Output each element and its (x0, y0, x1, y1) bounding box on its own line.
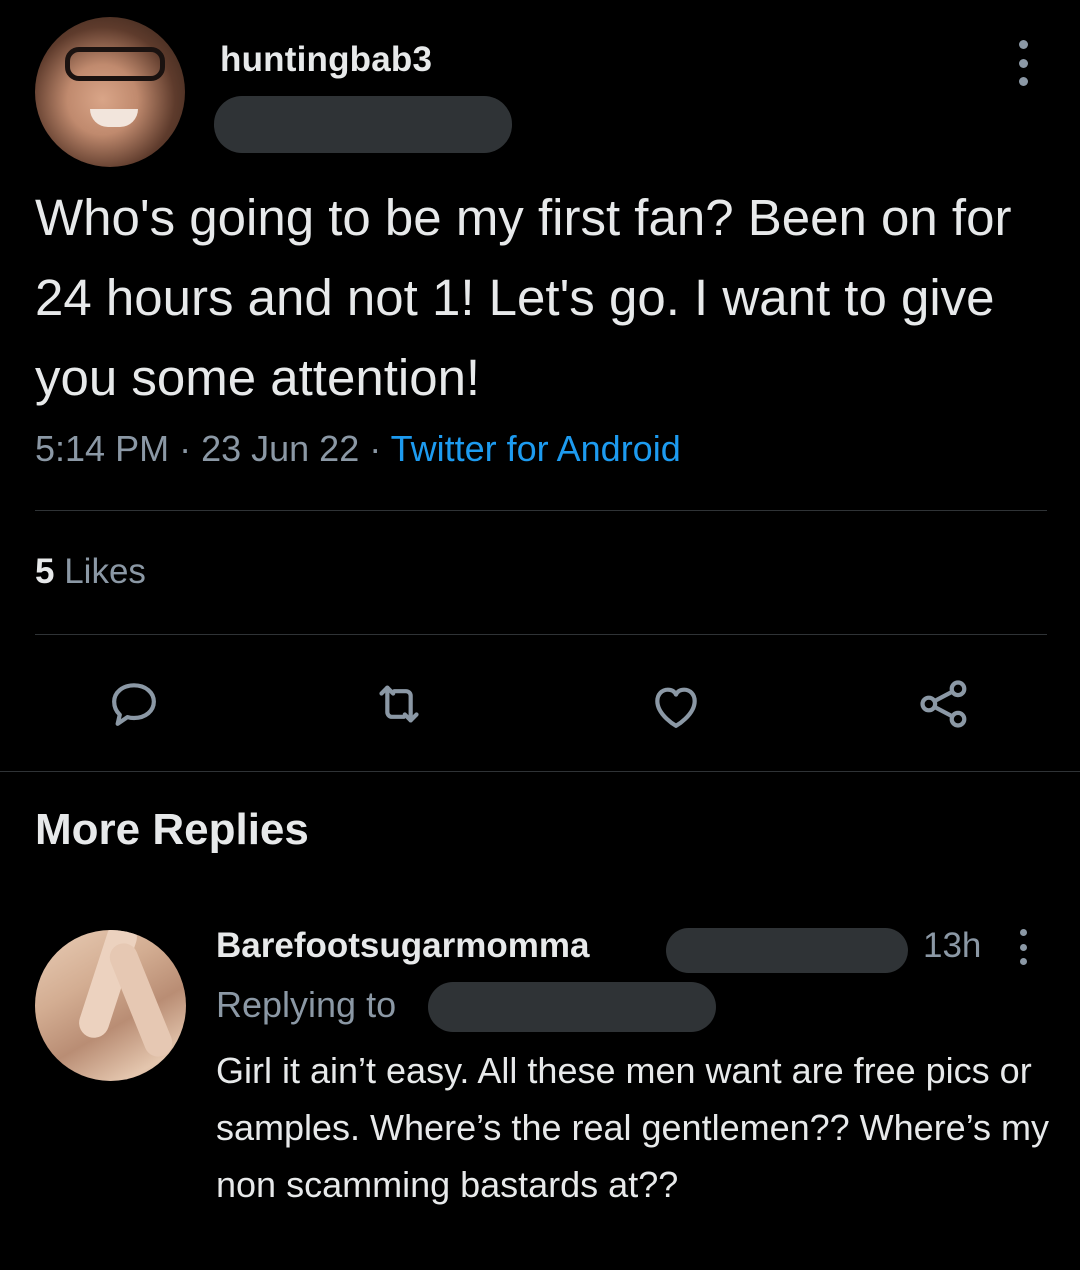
section-divider (0, 771, 1080, 772)
tweet-more-options-icon[interactable] (1008, 40, 1038, 86)
more-replies-heading: More Replies (35, 805, 309, 854)
likes-label: Likes (64, 552, 146, 591)
reply-text: Girl it ain’t easy. All these men want a… (216, 1050, 1050, 1205)
reply-timestamp[interactable]: 13h (923, 926, 981, 966)
avatar-glasses (65, 47, 165, 81)
replying-to-label: Replying to (216, 984, 397, 1025)
meta-separator: · (369, 428, 391, 469)
meta-separator: · (179, 428, 202, 469)
reply-author-username[interactable]: Barefootsugarmomma (216, 926, 589, 966)
author-handle-redacted (214, 96, 512, 153)
retweet-icon[interactable] (369, 674, 429, 734)
tweet-time[interactable]: 5:14 PM (35, 428, 169, 469)
reply-author-handle-redacted (666, 928, 908, 973)
tweet-date[interactable]: 23 Jun 22 (201, 428, 359, 469)
likes-count[interactable]: 5 Likes (35, 552, 146, 592)
like-icon[interactable] (646, 676, 706, 736)
reply-author-avatar[interactable] (35, 930, 186, 1081)
divider (35, 510, 1047, 511)
share-icon[interactable] (914, 674, 974, 734)
author-username[interactable]: huntingbab3 (220, 40, 432, 80)
tweet-meta: 5:14 PM · 23 Jun 22 · Twitter for Androi… (35, 428, 681, 470)
likes-number: 5 (35, 552, 55, 591)
tweet-source-link[interactable]: Twitter for Android (391, 428, 681, 469)
replying-to-handle-redacted[interactable] (428, 982, 716, 1032)
tweet-text: Who's going to be my first fan? Been on … (35, 189, 1012, 406)
author-avatar[interactable] (35, 17, 185, 167)
reply-icon[interactable] (104, 674, 164, 734)
avatar-smile (90, 109, 138, 127)
divider (35, 634, 1047, 635)
reply-more-options-icon[interactable] (1016, 929, 1030, 965)
